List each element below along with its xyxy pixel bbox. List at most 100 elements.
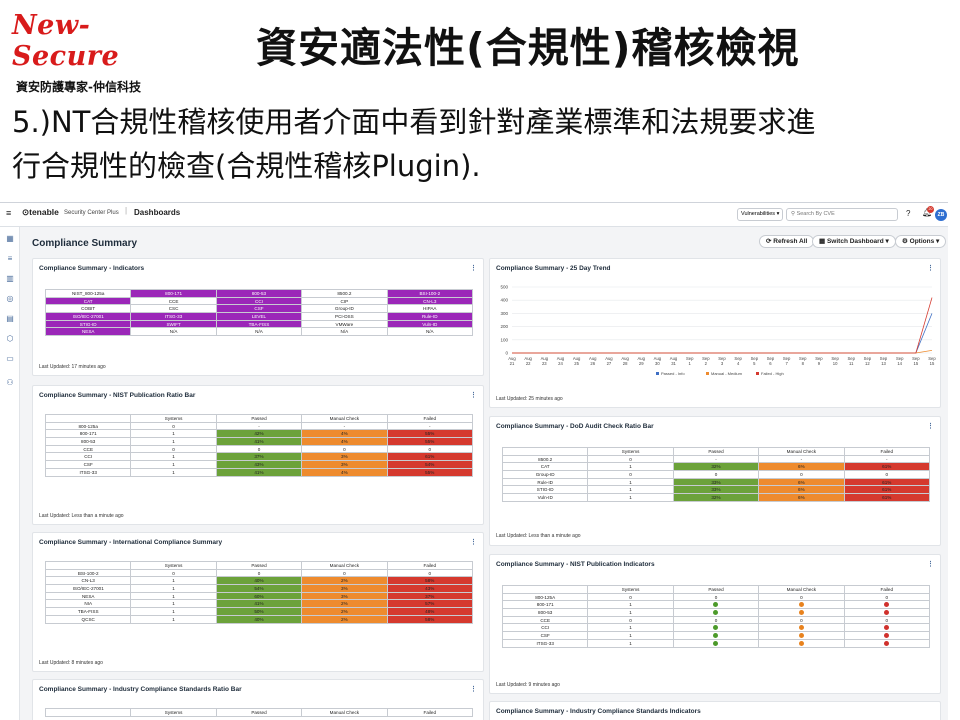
target-icon[interactable]: ◎ [5,294,15,304]
table-cell: 61% [843,462,931,472]
table-cell [758,638,845,648]
table-cell [843,600,931,610]
chart-icon[interactable]: ▥ [5,274,15,284]
refresh-icon: ⟳ [766,238,772,245]
table-cell [672,631,760,640]
indicator-cell: TBA-FISS [215,319,303,329]
search-placeholder: Search By CVE [796,211,835,217]
table-cell: 55% [386,429,474,439]
switch-dashboard-button[interactable]: ▦ Switch Dashboard ▾ [812,235,896,248]
column-header: Systems [587,585,674,594]
section-title: Dashboards [134,208,181,217]
indicator-cell: ITSG-33 [130,312,217,321]
panel-menu-icon[interactable]: ⋮ [470,264,477,272]
table-cell: 3% [301,591,388,601]
table-header-row: Systems Passed Manual Check Failed [44,561,474,570]
table-cell: 37% [386,591,474,601]
x-tick-label: Sep 8 [799,356,807,366]
table-cell: CSF [501,631,589,640]
table-cell: 50% [215,607,303,616]
table-cell: - [672,454,760,464]
table-cell: 33% [672,485,760,495]
table-cell [758,623,845,633]
table-cell: 800-171 [501,600,589,610]
table-cell: ISO/IEC-27001 [44,584,132,593]
industry-ratio-table: Systems Passed Manual Check Failed [44,708,474,717]
indicator-cell: CSC [130,304,217,314]
table-cell: 0 [215,444,303,454]
help-icon[interactable]: ? [906,209,910,218]
indicator-cell: N/A [215,327,303,337]
table-cell: 1 [130,460,217,469]
column-header: Failed [386,708,474,717]
table-cell: 1 [587,600,674,610]
options-button[interactable]: ⚙ Options ▾ [895,235,947,248]
indicator-cell: 800-171 [130,289,217,298]
indicator-cell: COBIT [44,304,132,314]
table-row: NESA 1 60% 3% 37% [44,591,474,601]
table-row: CCI 1 [501,623,931,633]
panel-menu-icon[interactable]: ⋮ [927,264,934,272]
avatar[interactable]: ZB [935,209,947,221]
slide-body-line: 5.)NT合規性稽核使用者介面中看到針對產業標準和法規要求進 [12,105,816,139]
y-tick-label: 100 [500,337,508,342]
x-tick-label: Aug 31 [670,356,678,366]
list-icon[interactable]: ≡ [5,254,15,264]
document-icon[interactable]: ▤ [5,314,15,324]
table-header-row: Systems Passed Manual Check Failed [44,708,474,717]
column-header [44,708,132,717]
refresh-all-button[interactable]: ⟳ Refresh All [759,235,815,248]
panel-menu-icon[interactable]: ⋮ [470,391,477,399]
vulnerabilities-select[interactable]: Vulnerabilities ▾ [737,208,783,221]
table-cell: 0 [758,470,845,479]
table-cell [672,600,760,610]
y-tick-label: 300 [500,311,508,316]
slide-title: 資安適法性(合規性)稽核檢視 [256,24,800,72]
table-cell [758,600,845,610]
shield-icon[interactable]: ⬡ [5,334,15,344]
last-updated: Last Updated: 17 minutes ago [39,364,106,370]
panel-menu-icon[interactable]: ⋮ [470,685,477,693]
slide-body-line: 行合規性的檢查(合規性稽核Plugin). [12,149,481,183]
table-cell: 6% [758,477,845,487]
brand-logo[interactable]: ⊙tenable [22,207,59,218]
table-cell: 61% [843,485,931,495]
dod-table: Systems Passed Manual Check Failed 8500.2 0- -… [501,447,931,502]
search-input[interactable]: ⚲ Search By CVE [786,208,898,221]
column-header [44,561,132,570]
dashboard-icon[interactable]: ▦ [5,234,15,244]
table-cell: 1 [130,614,217,624]
table-row: CN-L3 1 40% 2% 58% [44,576,474,586]
indicator-cell: CAT [44,296,132,306]
folder-icon[interactable]: ▭ [5,354,15,364]
column-header: Manual Check [758,585,845,594]
panel-menu-icon[interactable]: ⋮ [927,422,934,430]
options-label: Options [909,238,935,245]
indicator-cell: NESA [44,327,132,337]
panel-menu-icon[interactable]: ⋮ [470,538,477,546]
table-cell: 0 [130,568,217,578]
panel-title: Compliance Summary - 25 Day Trend [496,265,611,272]
table-cell: 0 [215,568,303,578]
x-tick-label: Sep 3 [718,356,726,366]
panel-menu-icon[interactable]: ⋮ [927,560,934,568]
user-icon[interactable]: ⚇ [5,378,15,388]
vulnerabilities-select-label: Vulnerabilities [741,211,776,217]
x-tick-label: Aug 21 [508,356,516,366]
table-cell: 58% [386,614,474,624]
table-cell: 2% [301,576,388,586]
table-cell: 40% [215,576,303,586]
column-header: Passed [672,585,760,594]
table-cell: 41% [215,467,303,477]
table-cell [843,631,931,640]
column-header: Manual Check [301,414,388,423]
x-tick-label: Sep 4 [734,356,742,366]
indicators-panel: Compliance Summary - Indicators ⋮ NIST_8… [32,258,484,376]
table-cell: 0 [843,470,931,479]
table-cell: - [386,421,474,431]
table-cell: 1 [130,452,217,462]
table-cell: 1 [130,591,217,601]
table-row: ITSG-33 1 [501,638,931,648]
menu-icon[interactable]: ≡ [6,208,11,218]
table-cell: 0 [386,568,474,578]
